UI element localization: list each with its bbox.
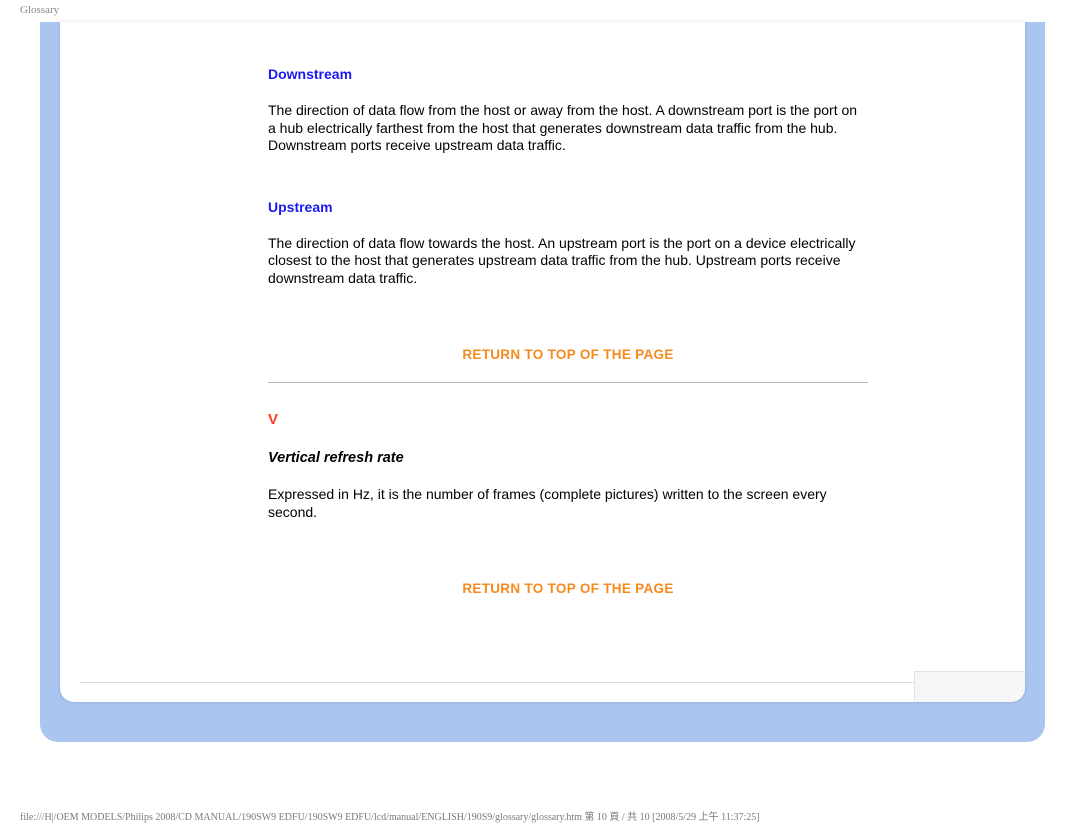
- section-letter-v: V: [268, 411, 868, 428]
- footer-file-path: file:///H|/OEM MODELS/Philips 2008/CD MA…: [20, 808, 760, 823]
- content-column: Downstream The direction of data flow fr…: [268, 22, 868, 596]
- section-divider: [268, 382, 868, 383]
- term-upstream-title: Upstream: [268, 199, 868, 215]
- return-to-top-link-1[interactable]: RETURN TO TOP OF THE PAGE: [268, 347, 868, 362]
- vertical-refresh-rate-body: Expressed in Hz, it is the number of fra…: [268, 486, 868, 521]
- page-header-label: Glossary: [20, 4, 59, 16]
- term-downstream-title: Downstream: [268, 66, 868, 82]
- term-downstream-body: The direction of data flow from the host…: [268, 102, 868, 155]
- outer-frame: Downstream The direction of data flow fr…: [40, 22, 1045, 742]
- corner-notch: [914, 671, 1025, 702]
- inner-page: Downstream The direction of data flow fr…: [60, 22, 1025, 702]
- page-bottom-divider: [80, 682, 1020, 683]
- term-upstream-body: The direction of data flow towards the h…: [268, 235, 868, 288]
- return-to-top-link-2[interactable]: RETURN TO TOP OF THE PAGE: [268, 581, 868, 596]
- vertical-refresh-rate-heading: Vertical refresh rate: [268, 450, 868, 466]
